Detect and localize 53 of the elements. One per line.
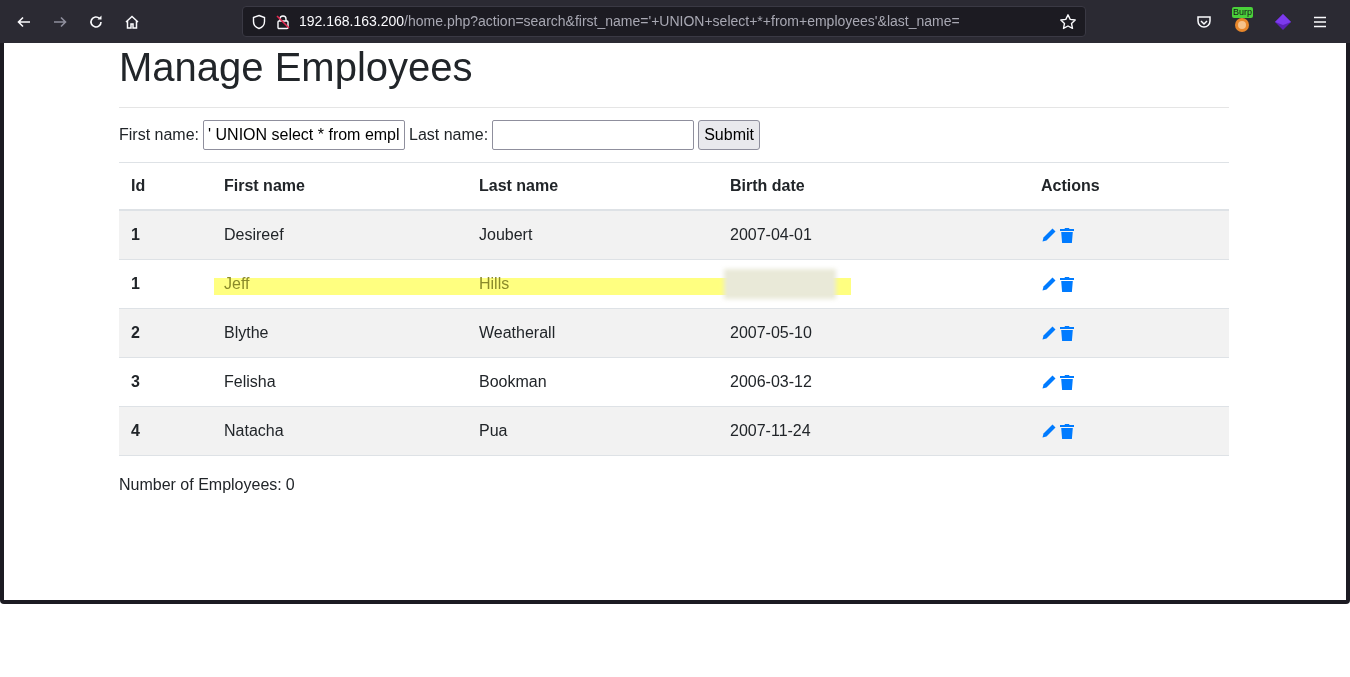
table-cell: 3	[131, 373, 140, 390]
insecure-lock-icon[interactable]	[275, 13, 291, 30]
pocket-icon[interactable]	[1196, 13, 1212, 30]
trash-icon[interactable]	[1060, 325, 1074, 341]
column-header: Last name	[479, 177, 559, 194]
submit-button[interactable]: Submit	[698, 120, 760, 150]
trash-icon[interactable]	[1060, 227, 1074, 243]
table-cell: Bookman	[479, 373, 547, 390]
table-cell: Weatherall	[479, 324, 556, 341]
extension-badge: Burp	[1232, 6, 1253, 18]
edit-pencil-icon[interactable]	[1041, 325, 1057, 341]
first-name-field[interactable]: ' UNION select * from empl	[203, 120, 405, 150]
table-cell: Desireef	[224, 226, 284, 243]
table-cell: Natacha	[224, 422, 284, 439]
column-header: First name	[224, 177, 305, 194]
home-icon[interactable]	[124, 13, 140, 30]
shield-icon	[251, 13, 267, 30]
page-title: Manage Employees	[119, 44, 474, 91]
table-cell: 2007-04-01	[730, 226, 812, 243]
trash-icon[interactable]	[1060, 374, 1074, 390]
table-cell: Joubert	[479, 226, 533, 243]
table-cell: Hills	[479, 275, 510, 292]
edit-pencil-icon[interactable]	[1041, 423, 1057, 439]
field-label: First name:	[119, 125, 199, 145]
count-value: 0	[285, 475, 295, 495]
bookmark-star-icon[interactable]	[1059, 12, 1077, 31]
edit-pencil-icon[interactable]	[1041, 227, 1057, 243]
trash-icon[interactable]	[1060, 423, 1074, 439]
column-header: Id	[131, 177, 146, 194]
edit-pencil-icon[interactable]	[1041, 276, 1057, 292]
table-cell: 4	[131, 422, 140, 439]
table-cell: Pua	[479, 422, 508, 439]
reload-icon[interactable]	[88, 13, 104, 30]
address-bar[interactable]: 192.168.163.200/home.php?action=search&first_name='+UNION+select+*+from+employees'&last_name=	[242, 6, 1086, 37]
table-cell: 2	[131, 324, 140, 341]
edit-pencil-icon[interactable]	[1041, 374, 1057, 390]
table-cell: Felisha	[224, 373, 276, 390]
table-cell: 1	[131, 275, 140, 292]
count-label: Number of Employees:	[119, 475, 282, 495]
last-name-field[interactable]	[492, 120, 695, 150]
table-cell: Blythe	[224, 324, 269, 341]
table-cell: 2007-05-10	[730, 324, 812, 341]
url-text: 192.168.163.200/home.php?action=search&first_name='+UNION+select+*+from+employees'&last_name=	[299, 12, 960, 31]
extension-button[interactable]: Burp	[1232, 10, 1254, 33]
table-cell: 2006-03-12	[730, 373, 812, 390]
trash-icon[interactable]	[1060, 276, 1074, 292]
field-label: Last name:	[409, 125, 489, 145]
table-cell: 1	[131, 226, 140, 243]
column-header: Birth date	[730, 177, 805, 194]
table-cell: 2007-11-24	[730, 422, 811, 439]
column-header: Actions	[1041, 177, 1100, 194]
cube-icon[interactable]	[1274, 12, 1292, 31]
table-cell: Jeff	[224, 275, 250, 292]
